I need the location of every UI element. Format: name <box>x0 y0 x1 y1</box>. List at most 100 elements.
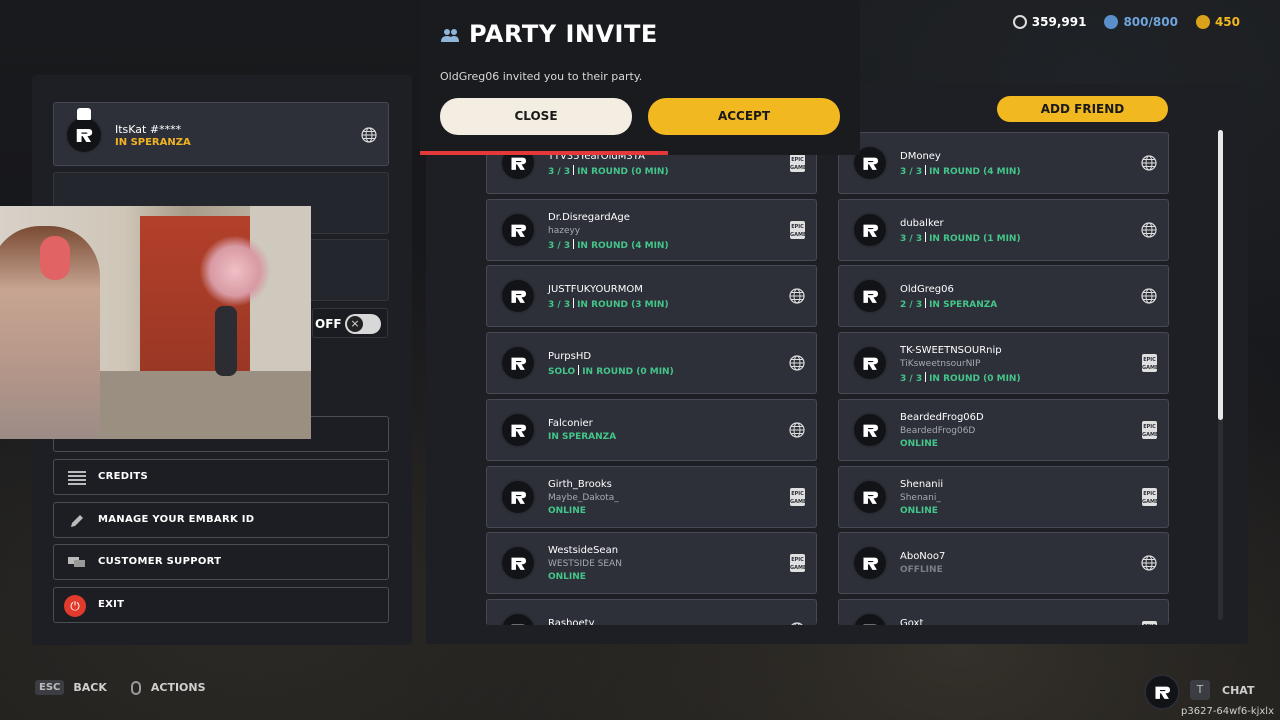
add-friend-button[interactable]: ADD FRIEND <box>997 96 1168 122</box>
embark-logo-icon <box>863 424 878 437</box>
friend-avatar <box>852 212 888 248</box>
epic-games-icon: EPICGAMES <box>1142 354 1162 372</box>
friend-card[interactable]: dubalker 3 / 3 IN ROUND (1 MIN) <box>838 199 1169 261</box>
player-name: ItsKat #**** <box>115 123 182 136</box>
customer-support-button[interactable]: CUSTOMER SUPPORT <box>53 544 389 580</box>
player-status: IN SPERANZA <box>115 137 191 148</box>
friend-status: SOLO IN ROUND (0 MIN) <box>548 365 674 377</box>
esc-key[interactable]: ESC <box>35 680 65 695</box>
chat-key[interactable]: T <box>1190 680 1210 700</box>
embark-logo-icon <box>511 157 526 170</box>
friend-status: 3 / 3 IN ROUND (0 MIN) <box>900 372 1021 384</box>
scroll-thumb[interactable] <box>1218 130 1223 420</box>
embark-logo-icon <box>863 357 878 370</box>
friend-status-primary: OFFLINE <box>900 565 943 575</box>
friend-card[interactable]: JUSTFUKYOURMOM 3 / 3 IN ROUND (3 MIN) <box>486 265 817 327</box>
accept-button[interactable]: ACCEPT <box>648 98 840 135</box>
friend-card[interactable]: WestsideSean WESTSIDE SEAN ONLINE EPIC GAMES <box>486 532 817 594</box>
friend-name: Shenanii <box>900 479 944 490</box>
friend-card[interactable]: Shenanii Shenani_ ONLINE EPIC GAMES <box>838 466 1169 528</box>
manage-embark-id-button[interactable]: MANAGE YOUR EMBARK ID <box>53 502 389 538</box>
crossplay-toggle[interactable]: × <box>345 314 381 334</box>
friend-sub-name: TiKsweetnsourNIP <box>900 359 981 369</box>
exit-button[interactable]: ⏻ EXIT <box>53 587 389 623</box>
party-invite-popup: PARTY INVITE OldGreg06 invited you to th… <box>420 0 860 155</box>
webcam-headphones <box>40 236 70 280</box>
friend-name: Goxt <box>900 618 924 625</box>
epic-games-icon: EPICGAMES <box>790 554 810 572</box>
player-profile-card[interactable]: ItsKat #**** IN SPERANZA <box>53 102 389 166</box>
friend-name: BeardedFrog06D <box>900 412 984 423</box>
friend-card[interactable]: Falconier IN SPERANZA <box>486 399 817 461</box>
friend-status: ONLINE <box>548 572 586 582</box>
friend-status-secondary: IN ROUND (0 MIN) <box>582 367 674 377</box>
close-button[interactable]: CLOSE <box>440 98 632 135</box>
friend-status-secondary: IN ROUND (3 MIN) <box>577 300 669 310</box>
epic-games-icon: EPICGAMES <box>1142 488 1162 506</box>
embark-logo-icon <box>76 129 93 143</box>
embark-logo-icon <box>863 557 878 570</box>
friend-avatar <box>852 412 888 448</box>
chat-label[interactable]: CHAT <box>1222 684 1254 697</box>
epic-games-icon: EPICGAMES <box>790 221 810 239</box>
friend-name: OldGreg06 <box>900 284 954 295</box>
friend-status: 3 / 3 IN ROUND (4 MIN) <box>900 165 1021 177</box>
epic-games-icon: EPICGAMES <box>790 488 810 506</box>
actions-label[interactable]: ACTIONS <box>151 681 206 694</box>
epic-games-icon: EPICGAMES <box>1142 421 1162 439</box>
friend-name: Dr.DisregardAge <box>548 212 630 223</box>
friend-status: 3 / 3 IN ROUND (3 MIN) <box>548 298 669 310</box>
invite-title: PARTY INVITE <box>469 20 658 48</box>
friend-status-secondary: IN ROUND (4 MIN) <box>929 167 1021 177</box>
credits-icon <box>68 471 86 485</box>
friend-card[interactable]: BeardedFrog06D BeardedFrog06D ONLINE EPIC GA… <box>838 399 1169 461</box>
friend-card[interactable]: Goxt EPICGAMES <box>838 599 1169 625</box>
embark-logo-icon <box>511 424 526 437</box>
friend-status-primary: 3 / 3 <box>548 300 571 310</box>
status-divider <box>925 232 927 242</box>
embark-logo-icon <box>863 491 878 504</box>
friend-card[interactable]: AboNoo7 OFFLINE <box>838 532 1169 594</box>
coins-icon <box>1012 15 1027 29</box>
friend-status-secondary: IN ROUND (0 MIN) <box>929 374 1021 384</box>
friend-card[interactable]: PurpsHD SOLO IN ROUND (0 MIN) <box>486 332 817 394</box>
globe-icon <box>789 288 805 304</box>
currency-bank: 800/800 <box>1104 14 1178 30</box>
embark-id-text: p3627-64wf6-kjxlx <box>1181 706 1274 717</box>
globe-icon <box>1141 222 1157 238</box>
friend-card[interactable]: TK-SWEETNSOURnip TiKsweetnsourNIP 3 / 3 IN … <box>838 332 1169 394</box>
friend-status: 2 / 3 IN SPERANZA <box>900 298 997 310</box>
friend-status-primary: ONLINE <box>548 572 586 582</box>
avatar <box>65 116 103 154</box>
status-divider <box>578 365 580 375</box>
friend-status-primary: SOLO <box>548 367 576 377</box>
friend-status: ONLINE <box>900 439 938 449</box>
friends-scrollbar[interactable] <box>1218 130 1223 620</box>
credits-label: CREDITS <box>98 471 149 482</box>
friend-card[interactable]: Rashoety <box>486 599 817 625</box>
customer-support-label: CUSTOMER SUPPORT <box>98 556 222 567</box>
globe-icon <box>1141 555 1157 571</box>
friend-card[interactable]: DMoney 3 / 3 IN ROUND (4 MIN) <box>838 132 1169 194</box>
currency-multibucks: 450 <box>1195 14 1240 30</box>
embark-logo-icon <box>511 491 526 504</box>
bank-value: 800/800 <box>1123 15 1178 29</box>
back-label[interactable]: BACK <box>73 681 107 694</box>
globe-icon <box>1141 288 1157 304</box>
friend-avatar <box>852 479 888 515</box>
embark-logo-icon <box>863 157 878 170</box>
friend-name: dubalker <box>900 218 944 229</box>
friend-card[interactable]: Dr.DisregardAge hazeyy 3 / 3 IN ROUND (4 MI… <box>486 199 817 261</box>
friend-status: ONLINE <box>548 506 586 516</box>
power-icon: ⏻ <box>64 595 86 617</box>
friend-status: IN SPERANZA <box>548 432 616 442</box>
bank-icon <box>1104 15 1119 29</box>
friend-name: AboNoo7 <box>900 551 946 562</box>
globe-icon <box>361 127 377 143</box>
embark-logo-icon <box>511 557 526 570</box>
credits-button[interactable]: CREDITS <box>53 459 389 495</box>
embark-logo-icon <box>863 224 878 237</box>
toggle-state-label: OFF <box>315 317 342 331</box>
friend-card[interactable]: OldGreg06 2 / 3 IN SPERANZA <box>838 265 1169 327</box>
friend-card[interactable]: Girth_Brooks Maybe_Dakota_ ONLINE EPIC GAMES <box>486 466 817 528</box>
